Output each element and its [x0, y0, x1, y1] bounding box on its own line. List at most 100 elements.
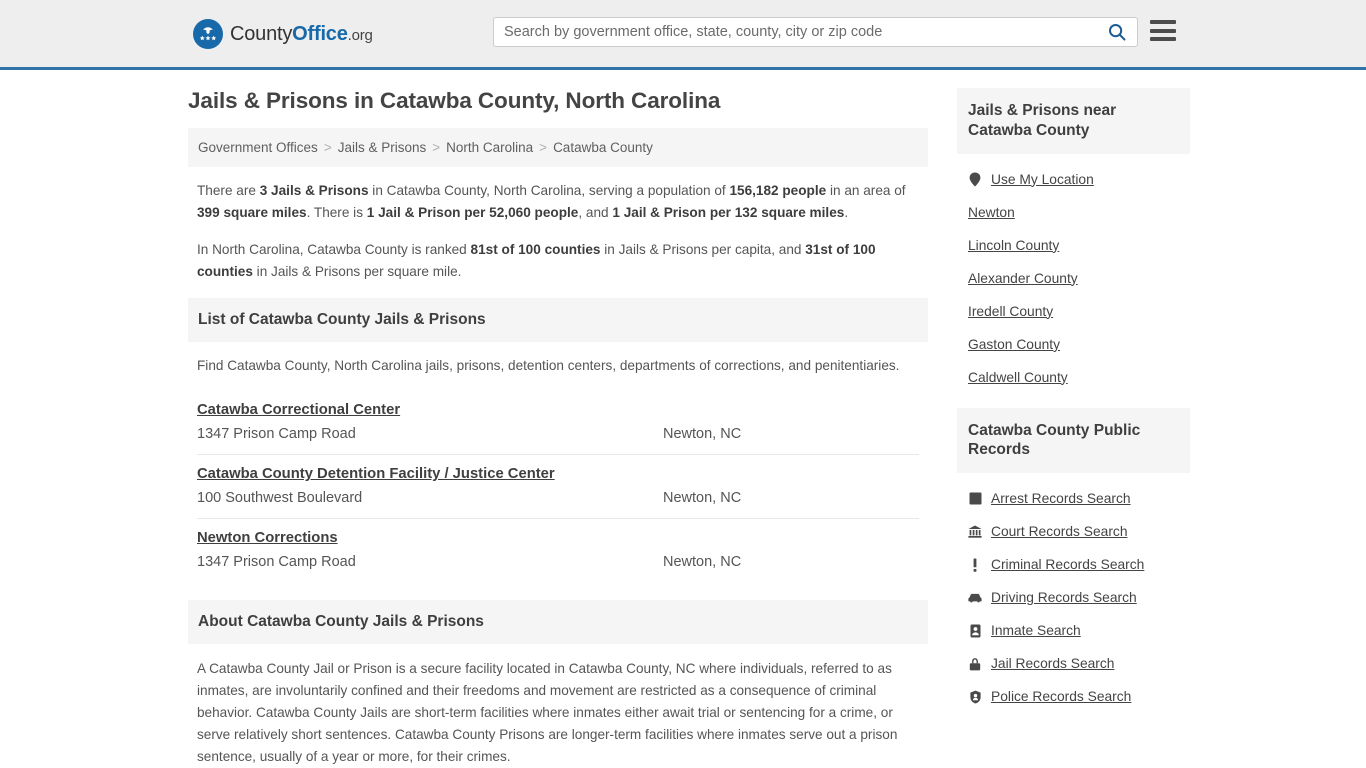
search-input[interactable]	[494, 18, 1097, 46]
site-logo-text: CountyOffice.org	[230, 23, 373, 46]
nearby-location-label: Lincoln County	[968, 237, 1060, 253]
hamburger-bar	[1150, 28, 1176, 33]
facility-address: 1347 Prison Camp Road	[197, 426, 356, 443]
public-record-link[interactable]: Police Records Search	[968, 680, 1179, 713]
intro-p1-text: in Catawba County, North Carolina, servi…	[368, 183, 730, 198]
search-icon	[1108, 23, 1126, 41]
intro-p1-text: .	[844, 205, 849, 221]
exclamation-icon	[968, 557, 982, 572]
nearby-location-link[interactable]: Gaston County	[968, 328, 1179, 361]
breadcrumb-item[interactable]: Catawba County	[553, 140, 653, 155]
intro-p1-text: , and	[578, 205, 613, 221]
intro-paragraph-1: There are 3 Jails & Prisons in Catawba C…	[197, 180, 919, 224]
facility-name-link[interactable]: Catawba Correctional Center	[197, 402, 400, 418]
breadcrumb-item[interactable]: Government Offices	[198, 140, 318, 155]
public-record-link[interactable]: Driving Records Search	[968, 581, 1179, 614]
public-records-card-heading: Catawba County Public Records	[957, 407, 1190, 474]
padlock-icon	[968, 656, 982, 671]
breadcrumb: Government Offices > Jails & Prisons > North…	[188, 128, 928, 167]
facility-list: Catawba Correctional Center 1347 Prison C…	[188, 391, 928, 582]
police-badge-icon	[968, 689, 982, 704]
public-record-label: Arrest Records Search	[991, 491, 1131, 507]
intro-p2-emphasis: 81st of 100 counties	[470, 242, 601, 258]
nearby-location-link[interactable]: Alexander County	[968, 262, 1179, 295]
hamburger-bar	[1150, 20, 1176, 24]
content-container: Jails & Prisons in Catawba County, North…	[188, 70, 1190, 768]
site-logo[interactable]: CountyOffice.org	[193, 19, 373, 49]
intro-p1-emphasis: 1 Jail & Prison per 132 square miles	[612, 205, 845, 221]
id-card-icon	[968, 623, 982, 638]
facility-city-state: Newton, NC	[663, 426, 742, 443]
facility-row: Catawba County Detention Facility / Just…	[197, 455, 919, 520]
page-body: Jails & Prisons in Catawba County, North…	[0, 70, 1366, 768]
facility-detail-line: 1347 Prison Camp Road Newton, NC	[197, 554, 919, 570]
nearby-location-label: Iredell County	[968, 303, 1054, 319]
nearby-links: Use My Location Newton Lincoln County Alexa…	[957, 154, 1190, 400]
public-record-link[interactable]: Inmate Search	[968, 614, 1179, 647]
facility-city-state: Newton, NC	[663, 490, 742, 507]
fingerprint-card-icon	[968, 491, 982, 506]
page-title: Jails & Prisons in Catawba County, North…	[188, 88, 721, 113]
sidebar: Jails & Prisons near Catawba County Use …	[957, 88, 1190, 768]
intro-p1-text: . There is	[306, 205, 367, 221]
public-record-link[interactable]: Jail Records Search	[968, 647, 1179, 680]
public-record-link[interactable]: Arrest Records Search	[968, 482, 1179, 515]
nearby-location-label: Caldwell County	[968, 369, 1068, 385]
facility-address: 1347 Prison Camp Road	[197, 554, 356, 571]
breadcrumb-separator: >	[323, 140, 332, 155]
nearby-location-link[interactable]: Iredell County	[968, 295, 1179, 328]
nearby-location-label: Alexander County	[968, 270, 1078, 286]
intro-p1-emphasis: 156,182 people	[729, 183, 827, 198]
list-section-heading: List of Catawba County Jails & Prisons	[188, 298, 928, 343]
search-bar	[493, 17, 1138, 47]
hamburger-menu-icon[interactable]	[1150, 20, 1176, 41]
public-record-link[interactable]: Court Records Search	[968, 515, 1179, 548]
public-records-card: Catawba County Public Records Arrest Rec…	[957, 407, 1190, 720]
public-record-label: Inmate Search	[991, 623, 1081, 639]
intro-p1-text: in an area of	[826, 183, 906, 198]
intro-section: There are 3 Jails & Prisons in Catawba C…	[188, 167, 928, 283]
nearby-card: Jails & Prisons near Catawba County Use …	[957, 88, 1190, 400]
search-submit-button[interactable]	[1097, 18, 1137, 46]
nearby-card-heading: Jails & Prisons near Catawba County	[957, 88, 1190, 154]
nearby-location-link[interactable]: Lincoln County	[968, 229, 1179, 262]
public-record-label: Police Records Search	[991, 689, 1132, 705]
public-record-label: Driving Records Search	[991, 590, 1137, 606]
main-column: Jails & Prisons in Catawba County, North…	[188, 88, 928, 768]
map-pin-icon	[968, 172, 982, 187]
nearby-location-label: Gaston County	[968, 336, 1061, 352]
public-records-links: Arrest Records Search Court Records Searc…	[957, 473, 1190, 719]
nearby-location-label: Newton	[968, 204, 1015, 220]
facility-row: Catawba Correctional Center 1347 Prison C…	[197, 391, 919, 456]
breadcrumb-separator: >	[432, 140, 441, 155]
public-record-label: Jail Records Search	[991, 656, 1115, 672]
logo-text-org: .org	[347, 26, 373, 44]
intro-p2-text: in Jails & Prisons per square mile.	[252, 264, 462, 280]
public-record-label: Court Records Search	[991, 524, 1128, 540]
breadcrumb-item[interactable]: Jails & Prisons	[338, 140, 427, 155]
nearby-location-link[interactable]: Caldwell County	[968, 361, 1179, 394]
logo-text-county: County	[230, 22, 293, 45]
list-section-description: Find Catawba County, North Carolina jail…	[197, 358, 900, 374]
site-header: CountyOffice.org	[0, 0, 1366, 70]
about-section-body: A Catawba County Jail or Prison is a sec…	[197, 661, 898, 765]
nearby-location-label: Use My Location	[991, 171, 1094, 187]
nearby-location-link[interactable]: Use My Location	[968, 163, 1179, 196]
facility-address: 100 Southwest Boulevard	[197, 490, 363, 507]
intro-p1-emphasis: 1 Jail & Prison per 52,060 people	[366, 205, 579, 221]
intro-p1-emphasis: 3 Jails & Prisons	[259, 183, 369, 198]
intro-paragraph-2: In North Carolina, Catawba County is ran…	[197, 239, 919, 283]
public-record-link[interactable]: Criminal Records Search	[968, 548, 1179, 581]
facility-name-link[interactable]: Catawba County Detention Facility / Just…	[197, 466, 555, 482]
breadcrumb-item[interactable]: North Carolina	[446, 140, 533, 155]
intro-p2-text: in Jails & Prisons per capita, and	[600, 242, 806, 258]
facility-detail-line: 1347 Prison Camp Road Newton, NC	[197, 426, 919, 442]
nearby-location-link[interactable]: Newton	[968, 196, 1179, 229]
intro-p1-text: There are	[197, 183, 260, 198]
intro-p1-emphasis: 399 square miles	[197, 205, 307, 221]
facility-row: Newton Corrections 1347 Prison Camp Road N…	[197, 519, 919, 582]
public-record-label: Criminal Records Search	[991, 557, 1145, 573]
facility-city-state: Newton, NC	[663, 554, 742, 571]
facility-name-link[interactable]: Newton Corrections	[197, 530, 338, 546]
car-icon	[968, 590, 982, 605]
